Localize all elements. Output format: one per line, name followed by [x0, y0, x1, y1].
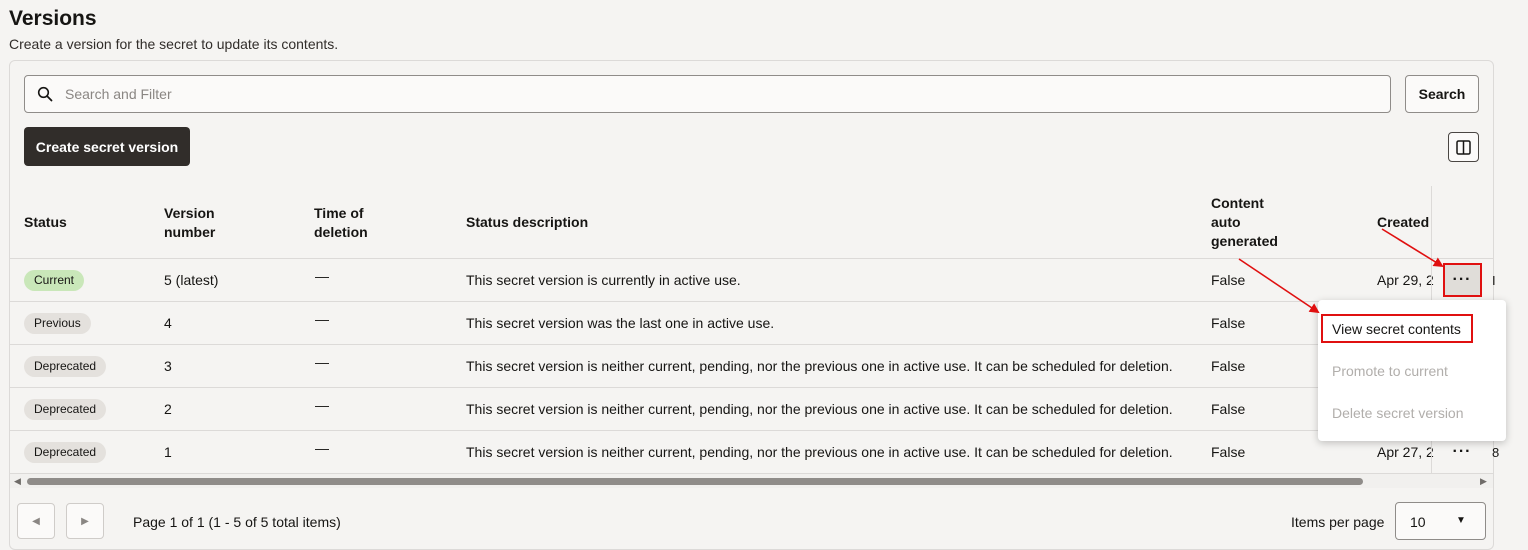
- status-badge: Previous: [24, 313, 91, 334]
- caret-down-icon: ▼: [1456, 515, 1466, 526]
- column-header-content-auto-generated[interactable]: Content auto generated: [1211, 194, 1278, 251]
- page-title: Versions: [9, 7, 97, 30]
- time-of-deletion: —: [315, 311, 329, 327]
- horizontal-scrollbar[interactable]: ◀ ▶: [10, 474, 1493, 488]
- column-header-time-of-deletion[interactable]: Time of deletion: [314, 204, 368, 242]
- column-header-created[interactable]: Created: [1377, 213, 1429, 232]
- scroll-left-icon[interactable]: ◀: [14, 476, 21, 487]
- split-columns-icon: [1456, 139, 1471, 155]
- search-button[interactable]: Search: [1405, 75, 1479, 113]
- content-auto-generated: False: [1211, 315, 1246, 331]
- table-row: Deprecated 2 — This secret version is ne…: [10, 388, 1499, 431]
- table-row: Deprecated 1 — This secret version is ne…: [10, 431, 1499, 474]
- create-secret-version-button[interactable]: Create secret version: [24, 127, 190, 166]
- annotation-highlight-kebab: [1443, 263, 1482, 297]
- items-per-page-select[interactable]: 10 ▼: [1395, 502, 1486, 540]
- next-page-button[interactable]: ▶: [66, 503, 104, 539]
- menu-item-delete-secret-version[interactable]: Delete secret version: [1332, 405, 1464, 421]
- time-of-deletion: —: [315, 268, 329, 284]
- content-auto-generated: False: [1211, 272, 1246, 288]
- items-per-page-value: 10: [1410, 514, 1426, 530]
- row-actions-button[interactable]: ···: [1443, 437, 1481, 467]
- search-input[interactable]: [63, 76, 1383, 112]
- pagination-summary: Page 1 of 1 (1 - 5 of 5 total items): [133, 514, 341, 530]
- column-header-version-number[interactable]: Version number: [164, 204, 215, 242]
- status-badge: Deprecated: [24, 356, 107, 377]
- status-badge: Deprecated: [24, 399, 107, 420]
- chevron-left-icon: ◀: [32, 515, 40, 527]
- scroll-right-icon[interactable]: ▶: [1480, 476, 1487, 487]
- version-number: 5 (latest): [164, 272, 219, 288]
- annotation-highlight-view-contents: [1321, 314, 1473, 343]
- version-number: 3: [164, 358, 172, 374]
- status-description: This secret version is neither current, …: [466, 358, 1173, 374]
- content-auto-generated: False: [1211, 358, 1246, 374]
- status-badge: Current: [24, 270, 85, 291]
- scrollbar-thumb[interactable]: [27, 478, 1363, 485]
- page-subtitle: Create a version for the secret to updat…: [9, 36, 339, 52]
- time-of-deletion: —: [315, 354, 329, 370]
- version-number: 2: [164, 401, 172, 417]
- status-description: This secret version is neither current, …: [466, 444, 1173, 460]
- previous-page-button[interactable]: ◀: [17, 503, 55, 539]
- created-date: Apr 27, 2: [1377, 444, 1434, 460]
- menu-item-promote-to-current[interactable]: Promote to current: [1332, 363, 1448, 379]
- content-auto-generated: False: [1211, 401, 1246, 417]
- table-row: Current 5 (latest) — This secret version…: [10, 259, 1496, 302]
- table-row: Deprecated 3 — This secret version is ne…: [10, 345, 1496, 388]
- status-badge: Deprecated: [24, 442, 107, 463]
- status-description: This secret version was the last one in …: [466, 315, 775, 331]
- time-of-deletion: —: [315, 440, 329, 456]
- overflow-cell: 8: [1492, 445, 1500, 460]
- search-box[interactable]: [24, 75, 1391, 113]
- version-number: 4: [164, 315, 172, 331]
- search-icon: [37, 86, 53, 102]
- overflow-cell: I: [1492, 273, 1496, 288]
- manage-columns-button[interactable]: [1448, 132, 1479, 162]
- chevron-right-icon: ▶: [81, 515, 89, 527]
- status-description: This secret version is neither current, …: [466, 401, 1173, 417]
- version-number: 1: [164, 444, 172, 460]
- column-header-status-description[interactable]: Status description: [466, 213, 588, 232]
- column-header-status[interactable]: Status: [24, 213, 67, 232]
- created-date: Apr 29, 2: [1377, 272, 1434, 288]
- status-description: This secret version is currently in acti…: [466, 272, 741, 288]
- time-of-deletion: —: [315, 397, 329, 413]
- items-per-page-label: Items per page: [1291, 514, 1385, 530]
- content-auto-generated: False: [1211, 444, 1246, 460]
- table-row: Previous 4 — This secret version was the…: [10, 302, 1499, 345]
